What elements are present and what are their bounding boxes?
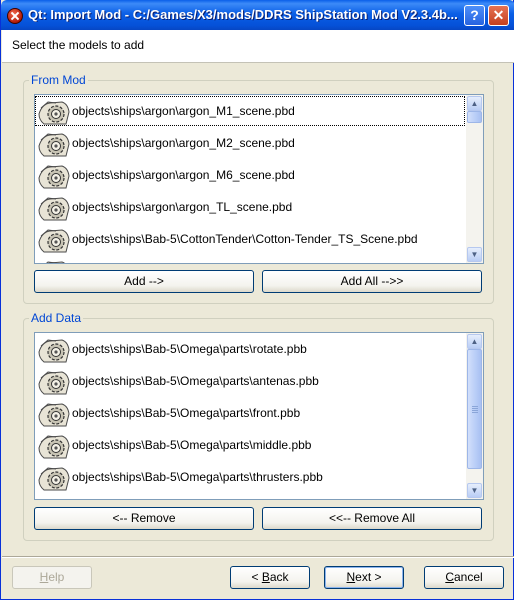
gear-model-icon xyxy=(38,400,70,428)
help-button[interactable]: Help xyxy=(12,566,92,589)
add-button[interactable]: Add --> xyxy=(34,270,254,293)
gear-model-icon xyxy=(38,162,70,190)
list-item[interactable]: objects\ships\argon\argon_M1_scene.pbd xyxy=(35,95,467,127)
list-item-label: objects\ships\argon\argon_TL_scene.pbd xyxy=(72,200,293,214)
next-mnemonic: N xyxy=(346,570,356,584)
add-data-group: Add Data objects\ships\Bab-5\Omega\parts… xyxy=(23,311,494,541)
list-item[interactable]: objects\ships\Bab-5\Omega\parts\front.pb… xyxy=(35,397,467,429)
from-mod-rows: objects\ships\argon\argon_M1_scene.pbd o… xyxy=(35,95,467,263)
import-mod-dialog: Qt: Import Mod - C:/Games/X3/mods/DDRS S… xyxy=(0,0,514,600)
grip-line xyxy=(472,410,478,411)
vertical-scrollbar[interactable]: ▲ ▼ xyxy=(466,95,483,263)
list-item[interactable]: objects\ships\argon\argon_M2_scene.pbd xyxy=(35,127,467,159)
gear-model-icon xyxy=(38,496,70,499)
list-item-label: objects\ships\argon\argon_M6_scene.pbd xyxy=(72,168,295,182)
list-item-label: objects\ships\Bab-5\Omega\parts\antenas.… xyxy=(72,374,319,388)
cancel-mnemonic: C xyxy=(445,570,454,584)
scroll-up-icon[interactable]: ▲ xyxy=(467,96,482,111)
window-title: Qt: Import Mod - C:/Games/X3/mods/DDRS S… xyxy=(28,7,458,22)
gear-model-icon xyxy=(38,368,70,396)
grip-line xyxy=(472,406,478,407)
cancel-label: ancel xyxy=(453,570,483,584)
list-item[interactable] xyxy=(35,493,467,499)
from-mod-title: From Mod xyxy=(29,73,88,87)
scroll-down-icon[interactable]: ▼ xyxy=(467,483,482,498)
list-item-label: objects\ships\Bab-5\Omega\parts\rotate.p… xyxy=(72,342,307,356)
back-button[interactable]: < Back xyxy=(230,566,310,589)
list-item[interactable]: objects\ships\Bab-5\CottonTender\Cotton-… xyxy=(35,223,467,255)
list-item[interactable]: objects\ships\argon\argon_TL_scene.pbd xyxy=(35,191,467,223)
list-item[interactable]: objects\ships\Bab-5\Omega\parts\rotate.p… xyxy=(35,333,467,365)
close-button[interactable]: ✕ xyxy=(488,5,509,26)
gear-model-icon xyxy=(38,130,70,158)
header-area: Select the models to add xyxy=(2,30,514,63)
scroll-thumb[interactable] xyxy=(467,111,482,123)
add-data-list[interactable]: objects\ships\Bab-5\Omega\parts\rotate.p… xyxy=(34,332,484,500)
list-item-label: objects\ships\Bab-5\Omega\parts\front.pb… xyxy=(72,406,301,420)
scroll-down-icon[interactable]: ▼ xyxy=(467,247,482,262)
list-item-label: objects\ships\argon\argon_M2_scene.pbd xyxy=(72,136,295,150)
app-icon[interactable] xyxy=(7,8,23,24)
grip-line xyxy=(472,412,478,413)
remove-button[interactable]: <-- Remove xyxy=(34,507,254,530)
back-prefix: < xyxy=(251,570,262,584)
gear-model-icon xyxy=(38,194,70,222)
list-item[interactable]: objects\ships\argon\argon_M6_scene.pbd xyxy=(35,159,467,191)
title-bar[interactable]: Qt: Import Mod - C:/Games/X3/mods/DDRS S… xyxy=(1,0,514,30)
next-button[interactable]: Next > xyxy=(324,566,404,589)
remove-all-button[interactable]: <<-- Remove All xyxy=(262,507,482,530)
back-label: ack xyxy=(269,570,289,584)
help-label: elp xyxy=(48,570,65,584)
list-item-label: objects\ships\argon\argon_M1_scene.pbd xyxy=(72,104,295,118)
separator xyxy=(2,556,514,558)
list-item-label: objects\ships\Bab-5\Omega\parts\middle.p… xyxy=(72,438,312,452)
list-item[interactable]: objects\ships\Bab-5\Omega\parts\middle.p… xyxy=(35,429,467,461)
list-item[interactable] xyxy=(35,255,467,263)
cancel-button[interactable]: Cancel xyxy=(424,566,504,589)
gear-model-icon xyxy=(38,432,70,460)
list-item-label: objects\ships\Bab-5\CottonTender\Cotton-… xyxy=(72,232,418,246)
gear-model-icon xyxy=(38,464,70,492)
from-mod-list[interactable]: objects\ships\argon\argon_M1_scene.pbd o… xyxy=(34,94,484,264)
list-item-label: objects\ships\Bab-5\Omega\parts\thruster… xyxy=(72,470,323,484)
header-text: Select the models to add xyxy=(12,38,145,52)
scroll-thumb[interactable] xyxy=(467,349,482,469)
scroll-up-icon[interactable]: ▲ xyxy=(467,334,482,349)
list-item[interactable]: objects\ships\Bab-5\Omega\parts\thruster… xyxy=(35,461,467,493)
add-data-title: Add Data xyxy=(29,311,84,325)
gear-model-icon xyxy=(38,226,70,254)
add-data-rows: objects\ships\Bab-5\Omega\parts\rotate.p… xyxy=(35,333,467,499)
back-mnemonic: B xyxy=(261,570,270,584)
gear-model-icon xyxy=(38,336,70,364)
add-all-button[interactable]: Add All -->> xyxy=(262,270,482,293)
gear-model-icon xyxy=(38,258,70,263)
grip-line xyxy=(472,408,478,409)
from-mod-group: From Mod objects\ships\argon\argon_M1_sc… xyxy=(23,73,494,304)
help-title-button[interactable]: ? xyxy=(464,5,485,26)
gear-model-icon xyxy=(38,98,70,126)
list-item[interactable]: objects\ships\Bab-5\Omega\parts\antenas.… xyxy=(35,365,467,397)
vertical-scrollbar[interactable]: ▲ ▼ xyxy=(466,333,483,499)
next-label: ext > xyxy=(355,570,382,584)
